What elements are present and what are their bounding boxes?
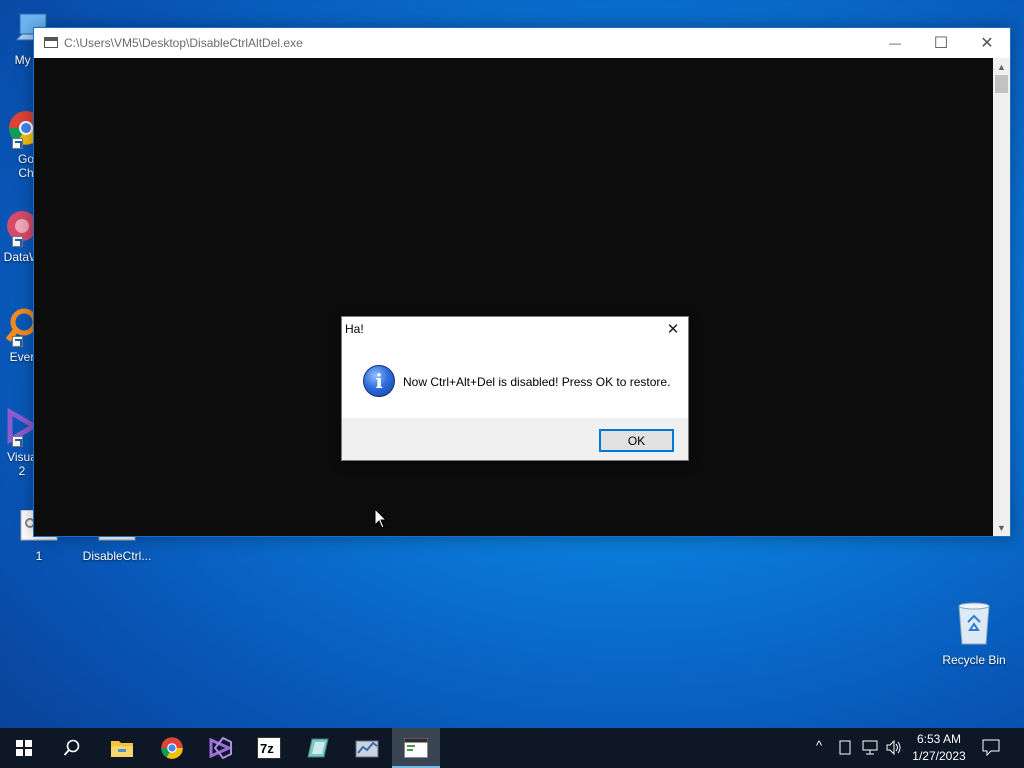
tray-network-item[interactable] [862, 740, 880, 758]
console-output-area[interactable] [34, 58, 994, 536]
shortcut-arrow-icon [12, 138, 23, 149]
app-icon [307, 738, 329, 758]
notification-icon [982, 739, 1000, 757]
taskbar-console-app[interactable] [392, 728, 440, 768]
tablet-icon [839, 740, 851, 755]
app-icon [355, 740, 379, 758]
window-title: C:\Users\VM5\Desktop\DisableCtrlAltDel.e… [64, 36, 303, 50]
taskbar: 7z ^ 6:53 AM 1/27/2023 [0, 728, 1024, 768]
taskbar-app-2[interactable] [343, 728, 391, 768]
clock-time: 6:53 AM [916, 732, 962, 746]
taskbar-7zip[interactable]: 7z [245, 728, 293, 768]
scroll-up-arrow-icon[interactable]: ▲ [993, 58, 1010, 75]
search-icon [63, 739, 80, 756]
desktop-icon-label: Recycle Bin [942, 653, 1006, 667]
maximize-icon: ☐ [933, 34, 949, 52]
minimize-icon: — [889, 35, 901, 50]
dialog-close-button[interactable]: ✕ [659, 317, 687, 341]
scrollbar-thumb[interactable] [995, 75, 1008, 93]
clock-date: 1/27/2023 [912, 749, 966, 763]
start-button[interactable] [0, 728, 48, 768]
network-icon [862, 740, 878, 755]
taskbar-chrome[interactable] [148, 728, 196, 768]
tray-volume-item[interactable] [886, 739, 902, 758]
taskbar-file-explorer[interactable] [98, 728, 146, 768]
chevron-up-icon: ^ [816, 738, 823, 753]
search-button[interactable] [48, 728, 96, 768]
desktop-icon-label: DisableCtrl... [82, 549, 152, 563]
shortcut-arrow-icon [12, 436, 23, 447]
console-titlebar[interactable]: C:\Users\VM5\Desktop\DisableCtrlAltDel.e… [34, 28, 1010, 58]
scroll-down-arrow-icon[interactable]: ▼ [993, 519, 1010, 536]
chrome-icon [161, 737, 183, 759]
tray-tablet-item[interactable] [839, 740, 851, 758]
desktop-icon-recycle-bin[interactable]: Recycle Bin [936, 602, 1012, 667]
svg-text:7z: 7z [260, 741, 274, 756]
dialog-message: Now Ctrl+Alt+Del is disabled! Press OK t… [403, 375, 671, 389]
console-app-icon [44, 37, 58, 48]
show-hidden-icons-button[interactable]: ^ [816, 738, 822, 753]
dialog-title: Ha! [345, 322, 364, 336]
shortcut-arrow-icon [12, 236, 23, 247]
close-icon: ✕ [666, 321, 680, 338]
taskbar-app-1[interactable] [294, 728, 342, 768]
7zip-icon: 7z [257, 737, 281, 759]
mouse-cursor-icon [374, 508, 388, 529]
taskbar-visual-studio[interactable] [196, 728, 244, 768]
shortcut-arrow-icon [12, 336, 23, 347]
close-icon: ✕ [980, 34, 994, 52]
vertical-scrollbar[interactable]: ▲ ▼ [993, 58, 1010, 536]
system-clock[interactable]: 6:53 AM 1/27/2023 [906, 731, 972, 765]
console-app-icon [404, 738, 428, 758]
file-explorer-icon [111, 741, 133, 757]
close-button[interactable]: ✕ [964, 28, 1010, 57]
minimize-button[interactable]: — [872, 28, 918, 57]
volume-icon [886, 739, 901, 756]
recycle-bin-icon [958, 602, 990, 645]
start-icon [16, 740, 32, 756]
maximize-button[interactable]: ☐ [918, 28, 964, 57]
visual-studio-icon [209, 736, 233, 760]
desktop-icon-label: 1 [35, 549, 43, 563]
ok-button[interactable]: OK [599, 429, 674, 452]
action-center-button[interactable] [982, 739, 1000, 759]
information-icon: i [363, 365, 395, 397]
message-box-dialog[interactable]: Ha! ✕ i Now Ctrl+Alt+Del is disabled! Pr… [341, 316, 689, 461]
